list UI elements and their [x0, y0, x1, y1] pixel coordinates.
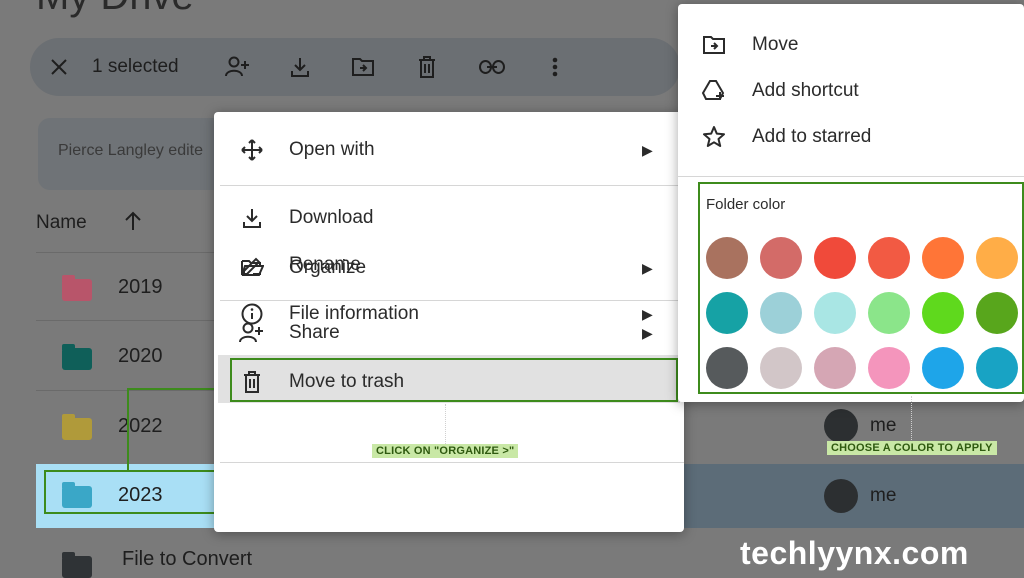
avatar [824, 409, 858, 443]
star-icon [700, 123, 728, 151]
add-person-icon[interactable] [220, 38, 256, 96]
row-divider [36, 252, 216, 253]
submenu-item-label: Add shortcut [752, 80, 859, 101]
more-vert-icon[interactable] [544, 38, 566, 96]
menu-item-label: Move to trash [289, 371, 405, 392]
download-icon [238, 204, 266, 232]
menu-item-organize[interactable]: Organize ▶ [214, 245, 684, 291]
highlight-selected-folder [44, 470, 218, 514]
move-arrows-icon [238, 136, 266, 164]
menu-item-download[interactable]: Download [214, 195, 684, 241]
annotation-dotted-line [911, 396, 912, 440]
menu-item-file-information[interactable]: File information ▶ [214, 291, 684, 337]
submenu-item-move[interactable]: Move [678, 22, 1024, 68]
menu-item-label: Open with [289, 139, 375, 160]
move-to-folder-icon[interactable] [346, 38, 380, 96]
menu-divider [220, 462, 684, 463]
menu-item-open-with[interactable]: Open with ▶ [214, 127, 684, 173]
row-label: File to Convert [122, 548, 253, 570]
owner-label: me [870, 485, 897, 506]
folder-icon [62, 275, 92, 301]
shared-folder-icon [62, 552, 92, 578]
column-header-name[interactable]: Name [36, 212, 87, 234]
shared-folder-icon [62, 344, 92, 370]
info-icon [238, 300, 266, 328]
selection-toolbar: 1 selected [30, 38, 680, 96]
submenu-item-add-to-starred[interactable]: Add to starred [678, 114, 1024, 160]
row-label: 2019 [118, 276, 163, 298]
page-title: My Drive [36, 0, 194, 19]
link-icon[interactable] [474, 38, 510, 96]
row-label: 2022 [118, 415, 163, 437]
folder-icon [62, 414, 92, 440]
submenu-arrow-icon: ▶ [642, 259, 653, 276]
watermark: techlyynx.com [740, 535, 969, 571]
trash-icon[interactable] [412, 38, 442, 96]
close-icon[interactable] [44, 38, 74, 96]
row-label: 2020 [118, 345, 163, 367]
submenu-item-add-shortcut[interactable]: Add shortcut [678, 68, 1024, 114]
annotation-dotted-line [445, 404, 446, 444]
row-divider [36, 390, 216, 391]
owner-label: me [870, 415, 897, 436]
menu-divider [220, 185, 684, 186]
selection-count: 1 selected [92, 56, 179, 77]
download-icon[interactable] [284, 38, 316, 96]
row-divider [36, 320, 216, 321]
highlight-folder-color [698, 182, 1024, 394]
color-callout: CHOOSE A COLOR TO APPLY [827, 441, 997, 455]
organize-callout: CLICK ON "ORGANIZE >" [372, 444, 519, 458]
folder-open-icon [238, 254, 266, 282]
arrow-up-icon[interactable] [124, 210, 142, 238]
submenu-item-label: Add to starred [752, 126, 872, 147]
submenu-arrow-icon: ▶ [642, 305, 653, 322]
trash-icon [238, 368, 266, 396]
submenu-item-label: Move [752, 34, 799, 55]
menu-item-label: Organize [289, 257, 367, 278]
menu-item-label: File information [289, 303, 419, 324]
move-to-folder-icon [700, 31, 728, 59]
suggested-file-activity: Pierce Langley edite [58, 142, 203, 159]
menu-divider [678, 176, 1024, 177]
add-shortcut-icon [700, 77, 728, 105]
avatar [824, 479, 858, 513]
menu-item-label: Download [289, 207, 374, 228]
submenu-arrow-icon: ▶ [642, 141, 653, 158]
annotation-connector [127, 388, 129, 470]
menu-item-move-to-trash[interactable]: Move to trash [214, 359, 684, 405]
